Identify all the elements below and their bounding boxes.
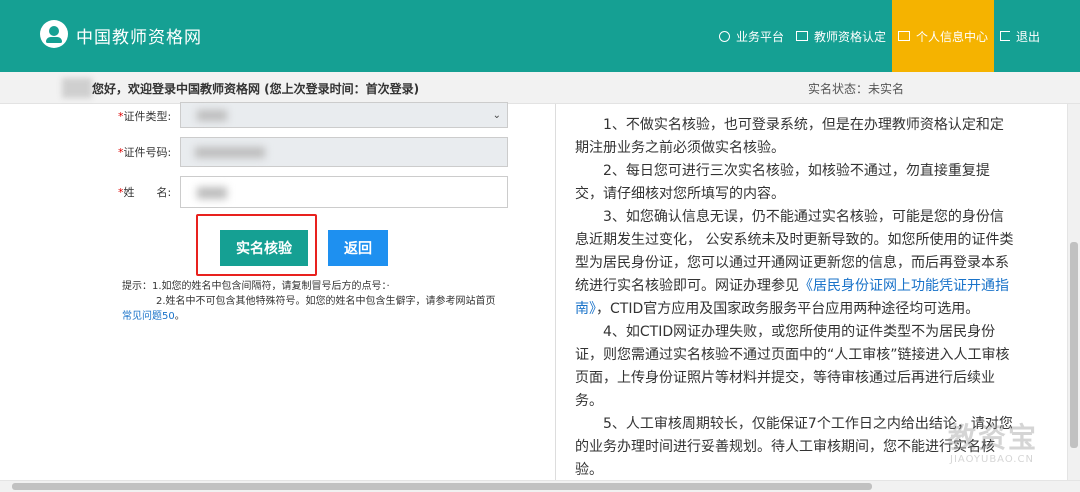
watermark-text: 教资宝 <box>948 421 1039 454</box>
rule-1: 1、不做实名核验，也可登录系统，但是在办理教师资格认定和定期注册业务之前必须做实… <box>575 117 1004 156</box>
id-type-select[interactable]: ⌄ <box>180 102 508 128</box>
id-number-field[interactable] <box>180 137 508 167</box>
nav-logout[interactable]: 退出 <box>994 0 1080 72</box>
rule-4: 4、如CTID网证办理失败，或您所使用的证件类型不为居民身份证，则您需通过实名核… <box>575 324 1010 409</box>
realname-status: 实名状态：未实名 <box>808 82 905 96</box>
scrollbar-thumb[interactable] <box>12 483 872 490</box>
id-number-label: *证件号码: <box>118 146 172 159</box>
top-nav: 业务平台 教师资格认定 个人信息中心 退出 <box>713 0 1080 72</box>
back-button[interactable]: 返回 <box>328 230 388 266</box>
id-type-label: *证件类型: <box>118 110 172 123</box>
nav-label: 业务平台 <box>735 29 784 44</box>
tips: 提示：1.如您的姓名中包含间隔符，请复制冒号后方的点号：· 2.姓名中不可包含其… <box>122 279 512 324</box>
verify-button[interactable]: 实名核验 <box>220 230 308 266</box>
blurred-value <box>197 187 227 199</box>
nav-label: 退出 <box>1015 29 1040 44</box>
site-title[interactable]: 中国教师资格网 <box>76 23 202 48</box>
name-field[interactable] <box>180 176 508 208</box>
user-logo-icon <box>40 20 68 48</box>
scrollbar-thumb[interactable] <box>1070 242 1078 448</box>
tip-line-1: 提示：1.如您的姓名中包含间隔符，请复制冒号后方的点号：· <box>122 281 390 292</box>
blurred-username <box>62 78 92 98</box>
nav-business-platform[interactable]: 业务平台 <box>713 0 790 72</box>
watermark: 教资宝 JIAOYUBAO.CN <box>948 414 1068 474</box>
name-label: *姓 名: <box>118 186 172 199</box>
tip-line-3: 常见问题50。 <box>122 311 185 322</box>
blurred-value <box>197 110 227 121</box>
monitor-icon <box>897 31 910 41</box>
top-header: 中国教师资格网 业务平台 教师资格认定 个人信息中心 退出 <box>0 0 1080 72</box>
verification-form-panel: *证件类型: ⌄ *证件号码: *姓 名: 实名核验 返回 提示：1.如您的姓名… <box>0 102 556 480</box>
blurred-value <box>195 147 265 158</box>
tip-line-2: 2.姓名中不可包含其他特殊符号。如您的姓名中包含生僻字，请参考网站首页 <box>156 296 496 307</box>
faq-link[interactable]: 常见问题50 <box>122 311 175 322</box>
nav-personal-center[interactable]: 个人信息中心 <box>891 0 994 72</box>
rule-2: 2、每日您可进行三次实名核验，如核验不通过，勿直接重复提交，请仔细核对您所填写的… <box>575 163 990 202</box>
nav-teacher-qualification[interactable]: 教师资格认定 <box>790 0 892 72</box>
chevron-down-icon: ⌄ <box>492 110 501 121</box>
horizontal-scrollbar[interactable] <box>0 480 1080 492</box>
welcome-bar: 您好，欢迎登录中国教师资格网 (您上次登录时间：首次登录) 实名状态：未实名 <box>0 72 1080 104</box>
dashboard-icon <box>718 30 730 42</box>
rule-3: 3、如您确认信息无误，仍不能通过实名核验，可能是您的身份信息近期发生过变化， 公… <box>575 209 1014 317</box>
nav-label: 教师资格认定 <box>813 29 886 44</box>
nav-label: 个人信息中心 <box>915 29 988 44</box>
logout-icon <box>999 31 1010 41</box>
vertical-scrollbar[interactable] <box>1067 104 1080 480</box>
watermark-sub: JIAOYUBAO.CN <box>950 454 1034 465</box>
welcome-text: 您好，欢迎登录中国教师资格网 (您上次登录时间：首次登录) <box>92 82 420 96</box>
monitor-icon <box>795 31 808 41</box>
